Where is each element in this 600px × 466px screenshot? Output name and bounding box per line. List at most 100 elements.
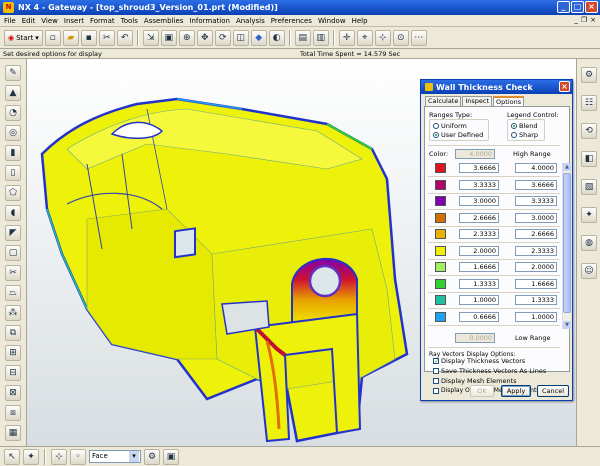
range-color-swatch[interactable] bbox=[435, 179, 446, 190]
range-low-field[interactable]: 1.6666 bbox=[459, 262, 499, 272]
minimize-button[interactable]: _ bbox=[557, 1, 570, 13]
part-navigator-icon[interactable]: ☷ bbox=[581, 95, 597, 111]
snap-point-icon[interactable]: ✛ bbox=[338, 29, 355, 46]
range-color-swatch[interactable] bbox=[435, 278, 446, 289]
sketch-icon[interactable]: ✎ bbox=[5, 65, 21, 81]
menu-view[interactable]: View bbox=[41, 17, 58, 25]
menu-help[interactable]: Help bbox=[352, 17, 368, 25]
scroll-down-icon[interactable]: ▼ bbox=[563, 321, 571, 329]
trim-icon[interactable]: ✂ bbox=[5, 265, 21, 281]
display-thickness-vectors-checkbox[interactable]: ✓ Display Thickness Vectors bbox=[433, 357, 525, 365]
ranges-user-defined-radio[interactable]: User Defined bbox=[433, 131, 483, 139]
range-low-field[interactable]: 3.6666 bbox=[459, 163, 499, 173]
chamfer-icon[interactable]: ◤ bbox=[5, 225, 21, 241]
range-color-swatch[interactable] bbox=[435, 245, 446, 256]
perspective-icon[interactable]: ◫ bbox=[232, 29, 249, 46]
quick-pick-icon[interactable]: ⊹ bbox=[51, 448, 67, 465]
range-high-field[interactable]: 2.3333 bbox=[515, 245, 557, 256]
close-button[interactable]: × bbox=[585, 1, 598, 13]
range-high-field[interactable]: 1.0000 bbox=[515, 311, 557, 322]
unite-icon[interactable]: ⊞ bbox=[5, 345, 21, 361]
draft-icon[interactable]: ⏢ bbox=[5, 285, 21, 301]
menu-format[interactable]: Format bbox=[90, 17, 115, 25]
system-materials-icon[interactable]: ▧ bbox=[581, 179, 597, 195]
scroll-up-icon[interactable]: ▲ bbox=[563, 163, 571, 171]
snap-center-icon[interactable]: ⊙ bbox=[392, 29, 409, 46]
legend-blend-radio[interactable]: Blend bbox=[511, 122, 538, 130]
cut-icon[interactable]: ✂ bbox=[98, 29, 115, 46]
scroll-thumb[interactable] bbox=[563, 173, 571, 313]
boss-icon[interactable]: ▮ bbox=[5, 145, 21, 161]
range-color-swatch[interactable] bbox=[435, 262, 446, 272]
menu-insert[interactable]: Insert bbox=[64, 17, 84, 25]
range-low-field[interactable]: 3.3333 bbox=[459, 179, 499, 190]
tab-inspect[interactable]: Inspect bbox=[462, 96, 493, 106]
fit-icon[interactable]: ▣ bbox=[160, 29, 177, 46]
revolve-icon[interactable]: ◔ bbox=[5, 105, 21, 121]
display-mesh-elements-checkbox[interactable]: Display Mesh Elements bbox=[433, 377, 517, 385]
select-icon[interactable]: ⇲ bbox=[142, 29, 159, 46]
range-color-swatch[interactable] bbox=[435, 196, 446, 206]
menu-edit[interactable]: Edit bbox=[22, 17, 36, 25]
training-icon[interactable]: ✦ bbox=[581, 207, 597, 223]
doc-close-button[interactable]: × bbox=[590, 16, 596, 24]
render-style-icon[interactable]: ◐ bbox=[268, 29, 285, 46]
select-star-icon[interactable]: ✦ bbox=[23, 448, 39, 465]
doc-restore-button[interactable]: ❐ bbox=[581, 16, 587, 24]
new-file-icon[interactable]: ▫ bbox=[44, 29, 61, 46]
intersect-icon[interactable]: ⊠ bbox=[5, 385, 21, 401]
thicken-icon[interactable]: ▦ bbox=[5, 425, 21, 441]
range-high-field[interactable]: 4.0000 bbox=[515, 163, 557, 173]
menu-assemblies[interactable]: Assemblies bbox=[144, 17, 184, 25]
pocket-icon[interactable]: ▯ bbox=[5, 165, 21, 181]
selection-scope-icon[interactable]: ▣ bbox=[163, 448, 179, 465]
range-high-field[interactable]: 2.6666 bbox=[515, 229, 557, 239]
range-low-field[interactable]: 0.6666 bbox=[459, 311, 499, 322]
range-low-field[interactable]: 2.6666 bbox=[459, 212, 499, 223]
menu-file[interactable]: File bbox=[4, 17, 16, 25]
type-filter-select[interactable]: Face bbox=[89, 450, 141, 463]
select-arrow-icon[interactable]: ↖ bbox=[4, 448, 20, 465]
snap-options-icon[interactable]: ⋯ bbox=[410, 29, 427, 46]
layer-icon[interactable]: ▥ bbox=[312, 29, 329, 46]
range-low-field[interactable]: 1.0000 bbox=[459, 295, 499, 305]
rotate-icon[interactable]: ⟳ bbox=[214, 29, 231, 46]
range-low-field[interactable]: 2.0000 bbox=[459, 245, 499, 256]
palette-icon[interactable]: ◧ bbox=[581, 151, 597, 167]
menu-preferences[interactable]: Preferences bbox=[271, 17, 312, 25]
range-high-field[interactable]: 1.3333 bbox=[515, 295, 557, 305]
ok-button[interactable]: OK bbox=[470, 385, 494, 397]
range-low-field[interactable]: 2.3333 bbox=[459, 229, 499, 239]
apply-button[interactable]: Apply bbox=[501, 385, 531, 397]
ranges-uniform-radio[interactable]: Uniform bbox=[433, 122, 467, 130]
range-color-swatch[interactable] bbox=[435, 163, 446, 173]
shaded-icon[interactable]: ◆ bbox=[250, 29, 267, 46]
offset-icon[interactable]: ⧈ bbox=[5, 405, 21, 421]
menu-window[interactable]: Window bbox=[318, 17, 346, 25]
zoom-icon[interactable]: ⊕ bbox=[178, 29, 195, 46]
history-icon[interactable]: ⟲ bbox=[581, 123, 597, 139]
range-high-field[interactable]: 1.6666 bbox=[515, 278, 557, 289]
range-low-field[interactable]: 3.0000 bbox=[459, 196, 499, 206]
pattern-icon[interactable]: ⁂ bbox=[5, 305, 21, 321]
range-low-field[interactable]: 1.3333 bbox=[459, 278, 499, 289]
menu-information[interactable]: Information bbox=[189, 17, 230, 25]
tab-calculate[interactable]: Calculate bbox=[425, 96, 462, 106]
web-browser-icon[interactable]: ◍ bbox=[581, 235, 597, 251]
cancel-button[interactable]: Cancel bbox=[537, 385, 569, 397]
hole-icon[interactable]: ◎ bbox=[5, 125, 21, 141]
range-color-swatch[interactable] bbox=[435, 295, 446, 305]
extrude-icon[interactable]: ▲ bbox=[5, 85, 21, 101]
roles-icon[interactable]: ☺ bbox=[581, 263, 597, 279]
maximize-button[interactable]: □ bbox=[571, 1, 584, 13]
save-icon[interactable]: ▪ bbox=[80, 29, 97, 46]
shell-icon[interactable]: ▢ bbox=[5, 245, 21, 261]
menu-analysis[interactable]: Analysis bbox=[236, 17, 265, 25]
dialog-close-icon[interactable]: × bbox=[559, 81, 570, 92]
range-color-swatch[interactable] bbox=[435, 311, 446, 322]
save-vectors-as-lines-checkbox[interactable]: Save Thickness Vectors As Lines bbox=[433, 367, 546, 375]
open-folder-icon[interactable]: ▰ bbox=[62, 29, 79, 46]
range-high-field[interactable]: 2.0000 bbox=[515, 262, 557, 272]
range-high-field[interactable]: 3.3333 bbox=[515, 196, 557, 206]
menu-tools[interactable]: Tools bbox=[121, 17, 138, 25]
